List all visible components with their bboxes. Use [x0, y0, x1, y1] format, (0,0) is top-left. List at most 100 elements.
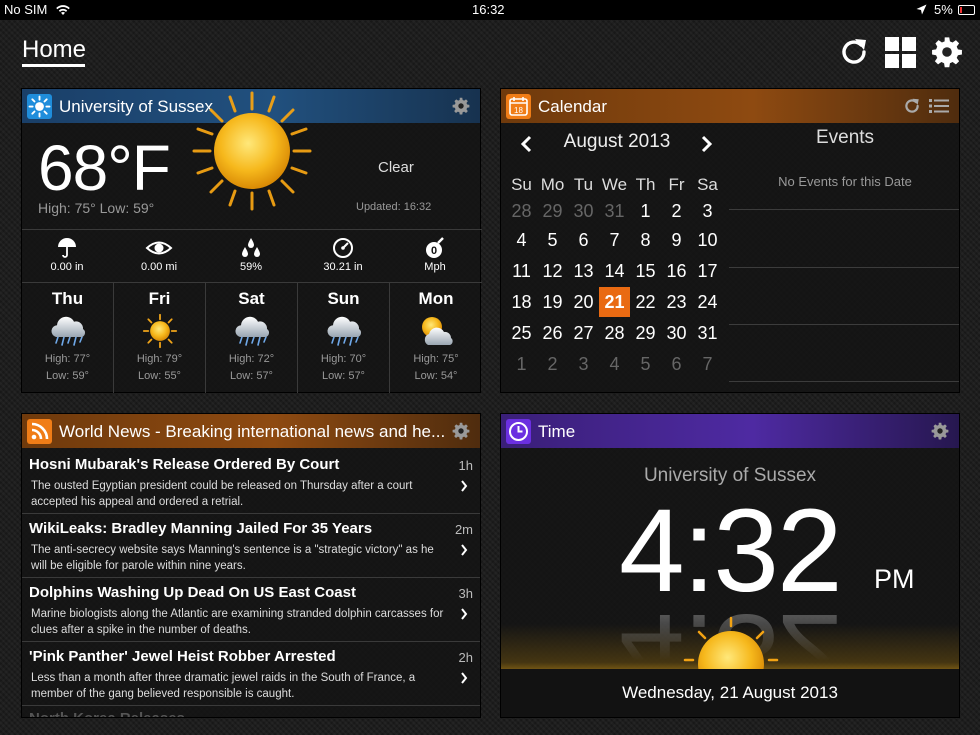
calendar-day[interactable]: 29 — [630, 318, 661, 349]
calendar-day[interactable]: 27 — [568, 318, 599, 349]
clock-time: 4:32 — [619, 485, 843, 617]
calendar-day-today[interactable]: 21 — [599, 287, 630, 317]
news-item[interactable]: WikiLeaks: Bradley Manning Jailed For 35… — [22, 514, 480, 578]
page-title[interactable]: Home — [22, 36, 86, 64]
calendar-day[interactable]: 2 — [537, 349, 568, 380]
forecast-low: Low: 59° — [46, 370, 89, 382]
forecast-low: Low: 57° — [230, 370, 273, 382]
sun-icon — [142, 313, 177, 349]
calendar-badge-icon: 18 — [506, 94, 531, 119]
location-arrow-icon — [916, 4, 927, 15]
calendar-day[interactable]: 28 — [599, 318, 630, 349]
news-item[interactable]: Dolphins Washing Up Dead On US East Coas… — [22, 578, 480, 642]
calendar-day[interactable]: 31 — [599, 196, 630, 227]
calendar-day[interactable]: 4 — [599, 349, 630, 380]
big-sun-icon — [192, 91, 312, 211]
news-summary: Marine biologists along the Atlantic are… — [31, 608, 444, 636]
news-item[interactable]: 'Pink Panther' Jewel Heist Robber Arrest… — [22, 642, 480, 706]
calendar-day[interactable]: 7 — [692, 349, 723, 380]
news-header: World News - Breaking international news… — [22, 414, 480, 448]
calendar-day[interactable]: 5 — [537, 225, 568, 256]
calendar-day[interactable]: 30 — [661, 318, 692, 349]
forecast-day: Sun High: 70° Low: 57° — [298, 283, 390, 393]
events-title: Events — [815, 127, 875, 148]
news-item[interactable]: Hosni Mubarak's Release Ordered By Court… — [22, 450, 480, 514]
weather-settings-gear-icon[interactable] — [452, 97, 470, 115]
settings-gear-icon[interactable] — [931, 36, 963, 68]
calendar-day[interactable]: 13 — [568, 256, 599, 287]
forecast-day-name: Fri — [148, 289, 171, 308]
calendar-day[interactable]: 12 — [537, 256, 568, 287]
news-headline: Dolphins Washing Up Dead On US East Coas… — [29, 584, 356, 601]
news-age: 2m — [454, 522, 473, 537]
news-settings-gear-icon[interactable] — [452, 422, 470, 440]
calendar-day[interactable]: 16 — [661, 256, 692, 287]
calendar-day[interactable]: 11 — [506, 256, 537, 287]
event-divider — [729, 209, 959, 210]
humidity-value: 59% — [239, 261, 263, 273]
refresh-icon[interactable] — [838, 36, 870, 68]
grid-icon[interactable] — [885, 37, 916, 68]
calendar-day[interactable]: 23 — [661, 287, 692, 318]
news-summary: The anti-secrecy website says Manning's … — [31, 544, 434, 572]
calendar-day[interactable]: 4 — [506, 225, 537, 256]
news-item-partial[interactable]: North Korea Releases... — [29, 710, 197, 717]
calendar-day[interactable]: 30 — [568, 196, 599, 227]
calendar-day[interactable]: 1 — [630, 196, 661, 227]
calendar-day[interactable]: 22 — [630, 287, 661, 318]
calendar-day[interactable]: 25 — [506, 318, 537, 349]
humidity-drops-icon — [242, 238, 260, 257]
calendar-day[interactable]: 8 — [630, 225, 661, 256]
forecast-day: Fri High: 79° Low: 55° — [114, 283, 206, 393]
forecast-high: High: 75° — [413, 353, 459, 365]
forecast-day: Sat High: 72° Low: 57° — [206, 283, 298, 393]
calendar-day[interactable]: 7 — [599, 225, 630, 256]
event-divider — [729, 381, 959, 382]
forecast-day-name: Sat — [238, 289, 265, 308]
time-location: University of Sussex — [643, 465, 817, 486]
calendar-day[interactable]: 6 — [661, 349, 692, 380]
calendar-day[interactable]: 29 — [537, 196, 568, 227]
no-events-message: No Events for this Date — [778, 174, 912, 189]
calendar-day[interactable]: 28 — [506, 196, 537, 227]
forecast-low: Low: 54° — [414, 370, 458, 382]
calendar-refresh-icon[interactable] — [903, 97, 921, 115]
calendar-day[interactable]: 15 — [630, 256, 661, 287]
wind-value: Mph — [424, 261, 446, 273]
precipitation-stat: 0.00 in — [22, 233, 112, 283]
calendar-day[interactable]: 17 — [692, 256, 723, 287]
calendar-day[interactable]: 6 — [568, 225, 599, 256]
calendar-day[interactable]: 20 — [568, 287, 599, 318]
news-summary: Less than a month after three dramatic j… — [31, 672, 416, 700]
prev-month-chevron-icon[interactable] — [519, 135, 533, 153]
visibility-stat: 0.00 mi — [114, 233, 204, 283]
calendar-day[interactable]: 2 — [661, 196, 692, 227]
forecast-high: High: 77° — [44, 353, 91, 365]
rss-icon — [27, 419, 52, 444]
calendar-day[interactable]: 9 — [661, 225, 692, 256]
calendar-panel: 18 Calendar August 2013 Su Mo Tu We Th Fr Sa 28… — [500, 88, 960, 393]
chevron-right-icon — [461, 544, 468, 556]
calendar-day[interactable]: 24 — [692, 287, 723, 318]
status-bar: No SIM 16:32 5% — [0, 0, 980, 20]
calendar-day[interactable]: 3 — [692, 196, 723, 227]
chevron-right-icon — [461, 608, 468, 620]
next-month-chevron-icon[interactable] — [700, 135, 714, 153]
calendar-day[interactable]: 1 — [506, 349, 537, 380]
calendar-day[interactable]: 26 — [537, 318, 568, 349]
news-panel: World News - Breaking international news… — [21, 413, 481, 718]
calendar-day[interactable]: 14 — [599, 256, 630, 287]
rain-cloud-icon — [326, 315, 362, 346]
event-divider — [729, 324, 959, 325]
calendar-day[interactable]: 5 — [630, 349, 661, 380]
calendar-day[interactable]: 3 — [568, 349, 599, 380]
calendar-day[interactable]: 10 — [692, 225, 723, 256]
battery-icon — [958, 5, 975, 15]
time-settings-gear-icon[interactable] — [931, 422, 949, 440]
pressure-value: 30.21 in — [323, 261, 363, 273]
list-icon[interactable] — [929, 98, 949, 114]
calendar-day[interactable]: 18 — [506, 287, 537, 318]
calendar-day[interactable]: 19 — [537, 287, 568, 318]
pressure-gauge-icon — [333, 238, 353, 258]
calendar-day[interactable]: 31 — [692, 318, 723, 349]
